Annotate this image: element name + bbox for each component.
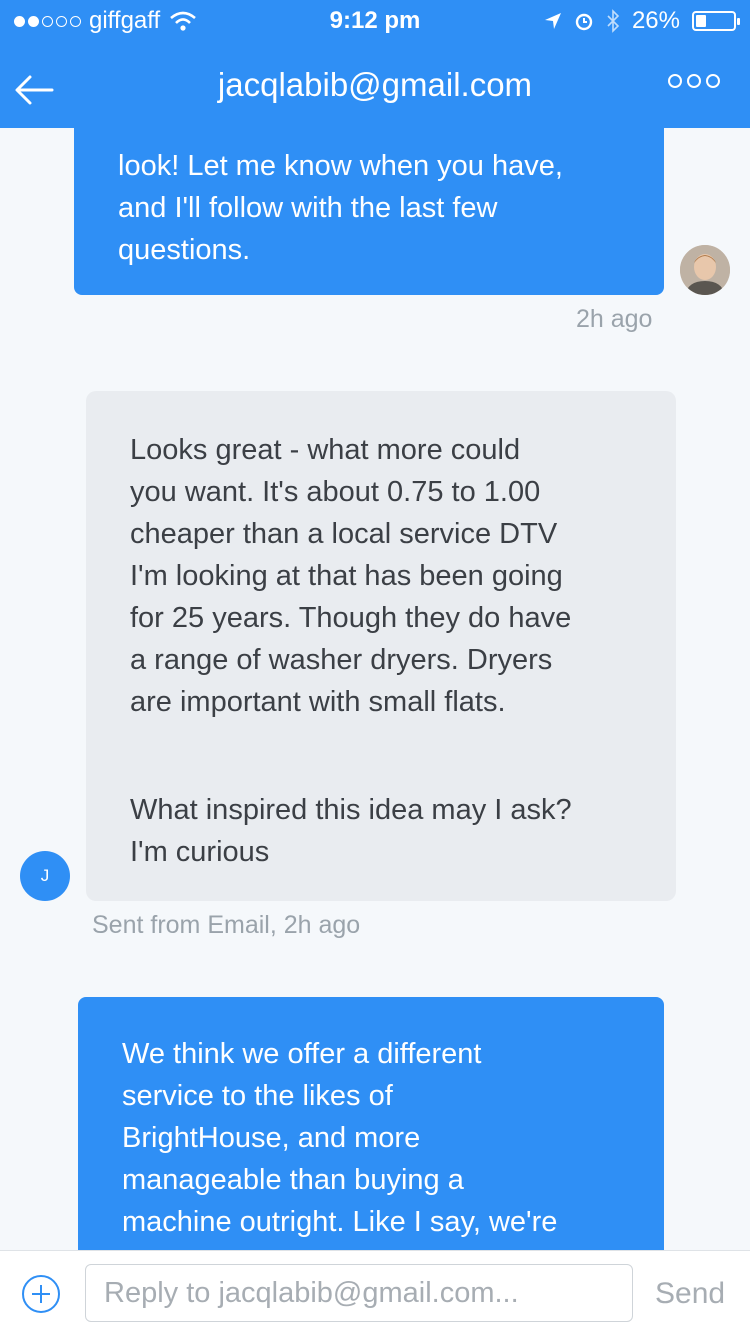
app-header: giffgaff 9:12 pm 26% jacqlabib@gmail.com [0,0,750,128]
nav-bar: jacqlabib@gmail.com [0,40,750,128]
outgoing-message-bubble: We think we offer a different service to… [78,997,664,1250]
location-arrow-icon [544,13,561,29]
message-text-line: I'm curious [130,836,270,868]
incoming-message-bubble: Looks great - what more could you want. … [86,391,676,901]
conversation-title: jacqlabib@gmail.com [217,66,533,103]
message-text-line: questions. [118,234,251,266]
message-text-line: What inspired this idea may I ask? [130,794,572,826]
message-text-line: manageable than buying a [122,1164,464,1196]
message-text-line: and I'll follow with the last few [118,192,498,224]
message-thread[interactable]: look! Let me know when you have, and I'l… [0,128,750,1250]
outgoing-message-bubble: look! Let me know when you have, and I'l… [74,128,664,295]
contact-avatar: J [20,851,70,901]
send-button[interactable]: Send [655,1277,725,1311]
battery-icon [692,11,740,31]
reply-composer: Send [0,1250,750,1334]
message-text-line [130,723,632,789]
message-text-line: for 25 years. Though they do have [130,602,572,634]
more-options-icon[interactable] [668,74,720,88]
message-timestamp: Sent from Email, 2h ago [92,911,361,939]
message-text-line: you want. It's about 0.75 to 1.00 [130,476,541,508]
bluetooth-icon [607,9,620,33]
message-text-line: a range of washer dryers. Dryers [130,644,553,676]
message-text-line: cheaper than a local service DTV [130,518,558,550]
message-text-line: look! Let me know when you have, [118,150,563,182]
message-text-line: We think we offer a different [122,1038,482,1070]
message-text-line: BrightHouse, and more [122,1122,421,1154]
message-text-line: service to the likes of [122,1080,393,1112]
status-icons: 26% [544,7,740,35]
reply-input[interactable] [85,1264,633,1322]
message-text-line: machine outright. Like I say, we're [122,1206,558,1238]
message-timestamp: 2h ago [576,305,653,333]
message-text-line: are important with small flats. [130,686,506,718]
battery-percent: 26% [631,7,680,34]
add-attachment-icon[interactable] [22,1275,60,1313]
status-bar: giffgaff 9:12 pm 26% [0,0,750,40]
sender-avatar [680,245,730,295]
message-text-line: I'm looking at that has been going [130,560,563,592]
message-text-line: Looks great - what more could [130,434,521,466]
alarm-icon [575,13,593,31]
